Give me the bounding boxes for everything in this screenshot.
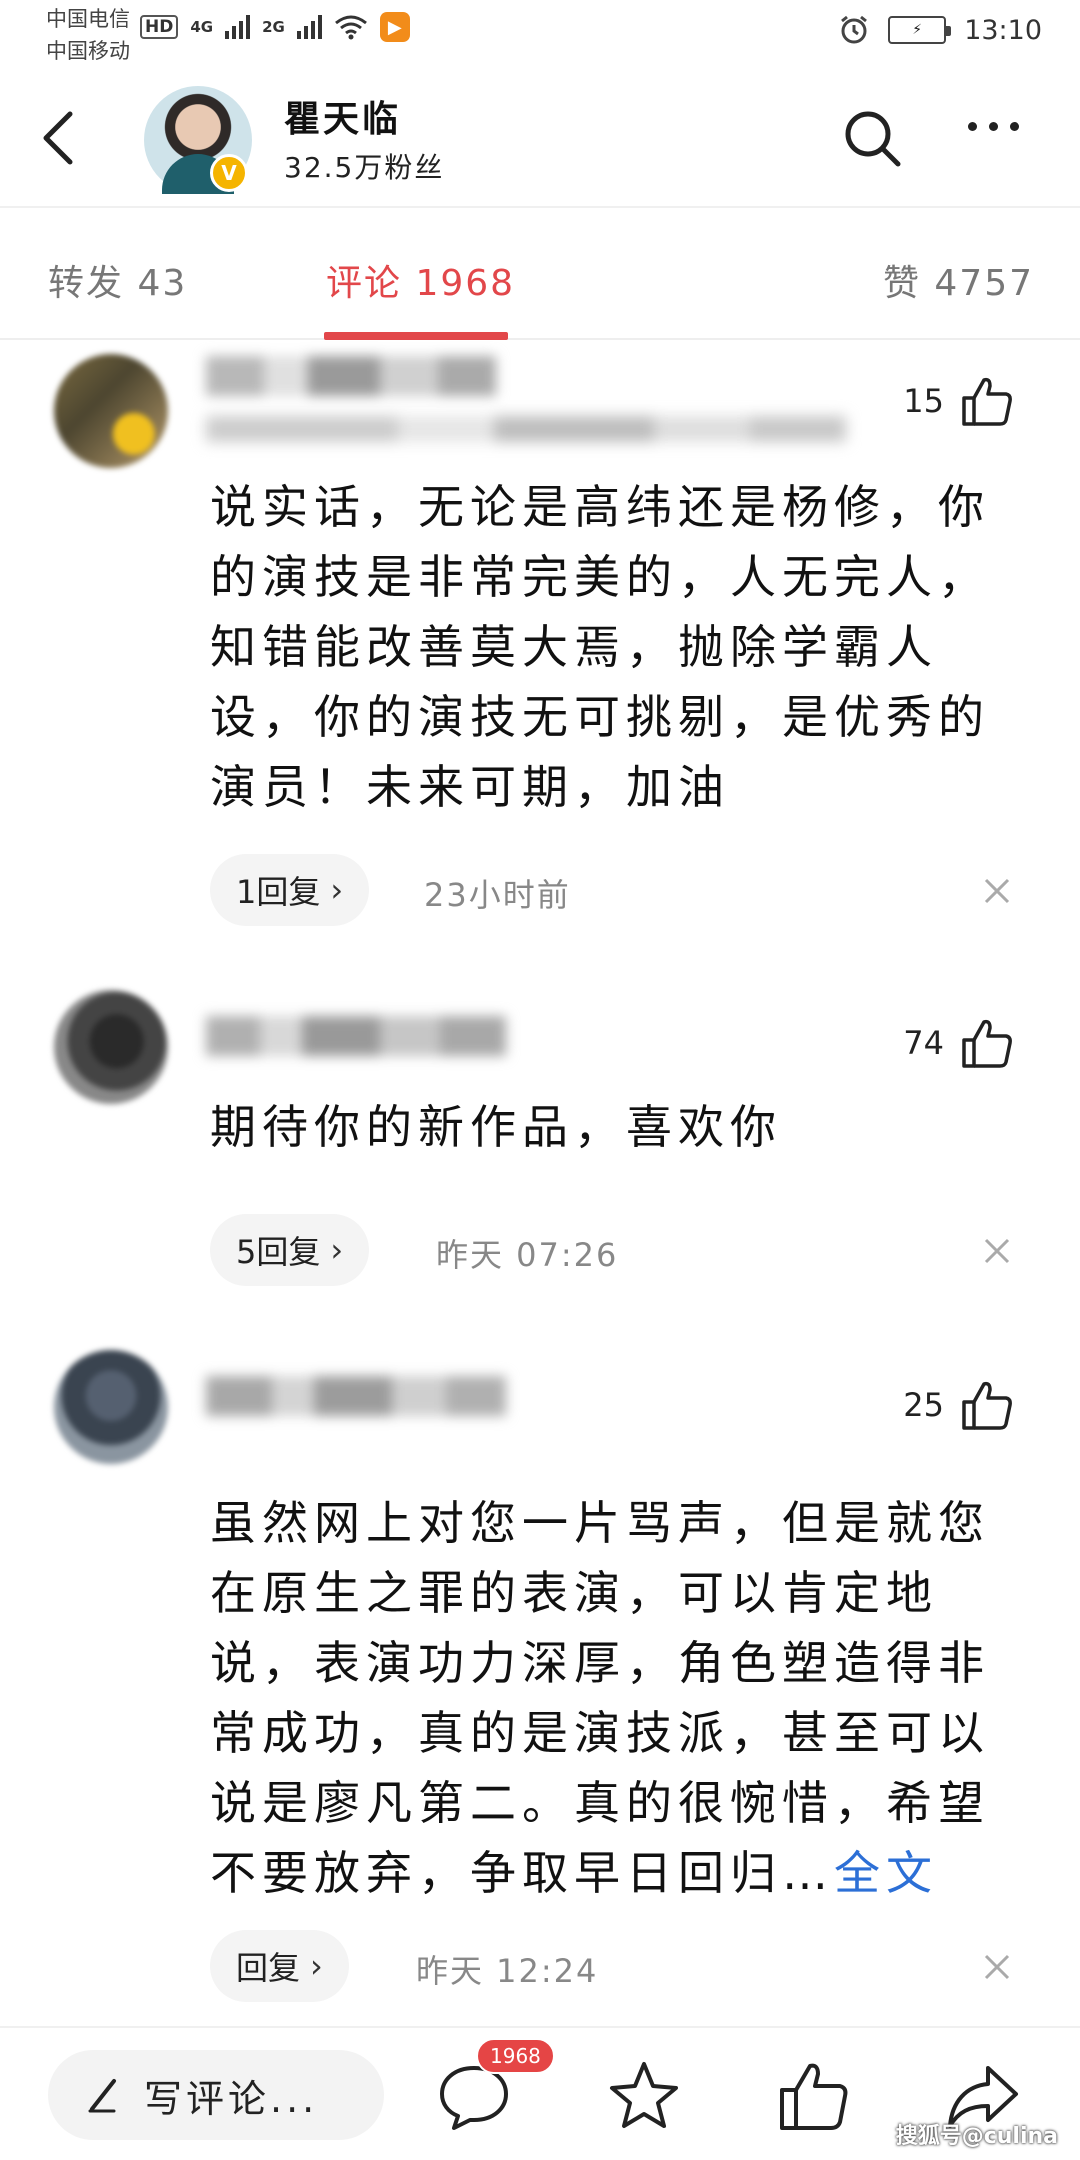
carrier-1: 中国电信: [46, 7, 130, 31]
more-options-icon[interactable]: [968, 122, 1019, 131]
tab-likes[interactable]: 赞 4757: [883, 254, 1034, 306]
star-icon[interactable]: [606, 2058, 682, 2134]
like-count: 74: [903, 1024, 944, 1062]
write-comment-input[interactable]: 写评论...: [48, 2050, 384, 2140]
signal-bars-icon: [296, 15, 322, 39]
clock: 13:10: [964, 14, 1042, 46]
comment-text: 虽然网上对您一片骂声，但是就您在原生之罪的表演，可以肯定地说，表演功力深厚，角色…: [210, 1496, 990, 1900]
avatar[interactable]: [54, 1350, 168, 1464]
active-tab-indicator: [324, 332, 508, 340]
comment-text: 期待你的新作品，喜欢你: [210, 1100, 782, 1154]
thumbs-up-icon[interactable]: [776, 2058, 852, 2134]
reply-button[interactable]: 回复 ›: [210, 1930, 349, 2002]
reply-count-button[interactable]: 1回复 ›: [210, 854, 370, 926]
alarm-icon: [841, 15, 868, 44]
hd-icon: HD: [140, 15, 179, 39]
thumbs-up-icon[interactable]: [960, 1016, 1014, 1070]
close-icon[interactable]: [982, 1952, 1012, 1982]
back-icon[interactable]: [34, 100, 84, 176]
thumbs-up-icon[interactable]: [960, 1378, 1014, 1432]
status-bar: 中国电信 中国移动 HD 4G 2G ▶ ⚡ 13:10: [0, 0, 1080, 70]
close-icon[interactable]: [982, 876, 1012, 906]
like-control[interactable]: 25: [903, 1378, 1014, 1432]
like-control[interactable]: 74: [903, 1016, 1014, 1070]
chevron-right-icon: ›: [330, 871, 344, 909]
network-2g-label: 2G: [262, 18, 285, 36]
app-notification-icon: ▶: [379, 12, 410, 42]
write-comment-placeholder: 写评论...: [144, 2076, 319, 2121]
comment-timestamp: 昨天 07:26: [436, 1236, 619, 1274]
search-icon[interactable]: [840, 106, 904, 170]
verified-badge-icon: V: [210, 154, 248, 192]
blurred-username[interactable]: [206, 356, 496, 396]
tab-bar: 转发 43 评论 1968 赞 4757: [0, 206, 1080, 340]
like-control[interactable]: 15: [903, 374, 1014, 428]
profile-header: V 瞿天临 32.5万粉丝: [0, 70, 1080, 206]
thumbs-up-icon[interactable]: [960, 374, 1014, 428]
follower-count: 32.5万粉丝: [284, 151, 445, 184]
status-icons: HD 4G 2G ▶: [140, 12, 410, 42]
status-right: ⚡ 13:10: [838, 14, 1042, 46]
like-count: 25: [903, 1386, 944, 1424]
avatar[interactable]: [54, 990, 168, 1104]
like-count: 15: [903, 382, 944, 420]
pen-icon: [88, 2079, 116, 2113]
avatar[interactable]: [54, 354, 168, 468]
username[interactable]: 瞿天临: [284, 90, 401, 142]
tab-comments[interactable]: 评论 1968: [326, 254, 515, 306]
comment-text: 说实话，无论是高纬还是杨修，你的演技是非常完美的，人无完人，知错能改善莫大焉，抛…: [210, 480, 990, 814]
tab-repost[interactable]: 转发 43: [48, 254, 187, 306]
comment-timestamp: 昨天 12:24: [416, 1952, 599, 1990]
watermark: 搜狐号@culina: [895, 2124, 1058, 2149]
wifi-icon: [334, 15, 367, 40]
comment-timestamp: 23小时前: [424, 876, 571, 914]
comment-count-badge: 1968: [476, 2038, 555, 2074]
battery-icon: ⚡: [888, 16, 952, 44]
chevron-right-icon: ›: [310, 1947, 323, 1985]
chevron-right-icon: ›: [330, 1231, 344, 1269]
read-more-link[interactable]: 全文: [834, 1846, 938, 1900]
bottom-action-bar: 写评论... 1968 搜狐号@culina: [0, 2026, 1080, 2160]
blurred-user-info: [206, 416, 846, 442]
reply-count-button[interactable]: 5回复 ›: [210, 1214, 370, 1286]
blurred-username[interactable]: [206, 1376, 506, 1416]
signal-bars-icon: [225, 15, 251, 39]
carrier-2: 中国移动: [46, 39, 130, 63]
close-icon[interactable]: [982, 1236, 1012, 1266]
network-4g-label: 4G: [190, 18, 214, 36]
blurred-username[interactable]: [206, 1016, 506, 1056]
